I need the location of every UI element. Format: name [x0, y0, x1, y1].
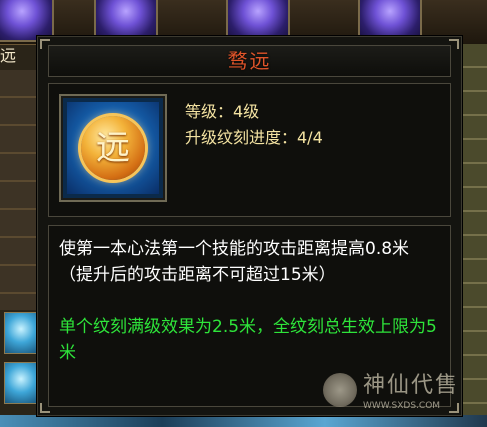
skill-tooltip: 骛远 远 等级：4级 升级纹刻进度：4/4 使第一本心法第一个技能的攻击距离提高…: [37, 36, 462, 416]
background-label: 远: [0, 46, 17, 65]
skill-info-panel: 远 等级：4级 升级纹刻进度：4/4: [48, 83, 451, 217]
watermark-url: WWW.SXDS.COM: [363, 401, 441, 411]
skill-icon-background: 远: [67, 102, 159, 194]
engrave-progress: 升级纹刻进度：4/4: [185, 128, 323, 147]
watermark: 神仙代售 WWW.SXDS.COM: [323, 371, 473, 415]
tooltip-title: 骛远: [227, 49, 272, 73]
bottom-skill-row: [0, 415, 487, 427]
background-column-right: [461, 44, 487, 427]
watermark-logo-icon: [323, 373, 357, 407]
skill-bonus-note: 单个纹刻满级效果为2.5米，全纹刻总生效上限为5米: [59, 317, 437, 363]
skill-description: 使第一本心法第一个技能的攻击距离提高0.8米（提升后的攻击距离不可超过15米）: [59, 239, 410, 285]
tooltip-title-bar: 骛远: [48, 45, 451, 77]
watermark-brand: 神仙代售: [363, 373, 460, 398]
coin-skill-icon: 远: [81, 116, 145, 180]
skill-level: 等级：4级: [185, 102, 260, 121]
skill-icon-frame: 远: [59, 94, 167, 202]
coin-glyph: 远: [96, 128, 130, 168]
